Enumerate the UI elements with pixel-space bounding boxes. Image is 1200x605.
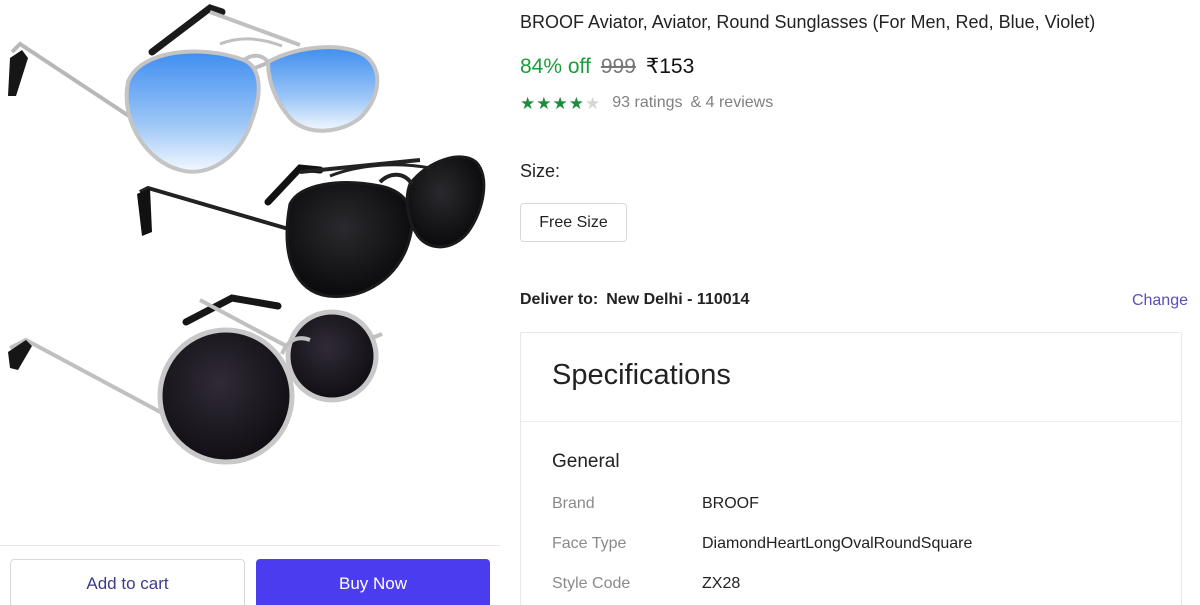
- original-price: 999: [600, 55, 636, 78]
- specifications-card: Specifications General Brand BROOF Face …: [520, 332, 1182, 605]
- black-aviator: [137, 155, 486, 298]
- product-title: BROOF Aviator, Aviator, Round Sunglasses…: [520, 12, 1096, 32]
- spec-key: Style Code: [552, 575, 631, 592]
- spec-value: ZX28: [702, 575, 741, 592]
- add-to-cart-button[interactable]: Add to cart: [10, 559, 245, 605]
- rating-stars: ★ ★ ★ ★ ★: [520, 95, 600, 112]
- spec-key: Brand: [552, 495, 595, 512]
- specifications-title: Specifications: [552, 359, 731, 391]
- divider: [521, 421, 1181, 422]
- delivery-location: New Delhi - 110014: [606, 291, 750, 308]
- spec-row-brand: Brand BROOF: [552, 495, 759, 513]
- deliver-label: Deliver to:: [520, 291, 599, 308]
- change-location-link[interactable]: Change: [1132, 292, 1188, 310]
- selling-price: ₹153: [645, 55, 695, 78]
- spec-value: BROOF: [702, 495, 759, 512]
- star-icon: ★: [536, 93, 552, 113]
- action-bar: Add to cart Buy Now: [0, 545, 500, 605]
- ratings-count: 93 ratings: [612, 94, 683, 111]
- price-row: 84% off 999 ₹153: [520, 54, 694, 79]
- sunglasses-image: [8, 4, 486, 465]
- product-details: BROOF Aviator, Aviator, Round Sunglasses…: [520, 0, 1200, 605]
- rating-row[interactable]: ★ ★ ★ ★ ★ 93 ratings & 4 reviews: [520, 94, 773, 112]
- size-option-button[interactable]: Free Size: [520, 203, 627, 242]
- spec-row-style-code: Style Code ZX28: [552, 575, 740, 593]
- delivery-info: Deliver to: New Delhi - 110014: [520, 291, 749, 309]
- spec-key: Face Type: [552, 535, 627, 552]
- spec-row-face-type: Face Type DiamondHeartLongOvalRoundSquar…: [552, 535, 972, 553]
- star-icon: ★: [585, 93, 601, 113]
- star-icon: ★: [552, 93, 568, 113]
- size-label: Size:: [520, 161, 561, 181]
- discount-badge: 84% off: [520, 55, 591, 78]
- reviews-count: & 4 reviews: [690, 94, 774, 111]
- star-icon: ★: [568, 93, 584, 113]
- product-image[interactable]: [0, 0, 500, 545]
- buy-now-button[interactable]: Buy Now: [256, 559, 490, 605]
- blue-aviator: [8, 4, 380, 174]
- spec-value: DiamondHeartLongOvalRoundSquare: [702, 535, 973, 552]
- round-sunglasses: [8, 294, 383, 465]
- star-icon: ★: [520, 93, 536, 113]
- spec-section-general: General: [552, 451, 620, 472]
